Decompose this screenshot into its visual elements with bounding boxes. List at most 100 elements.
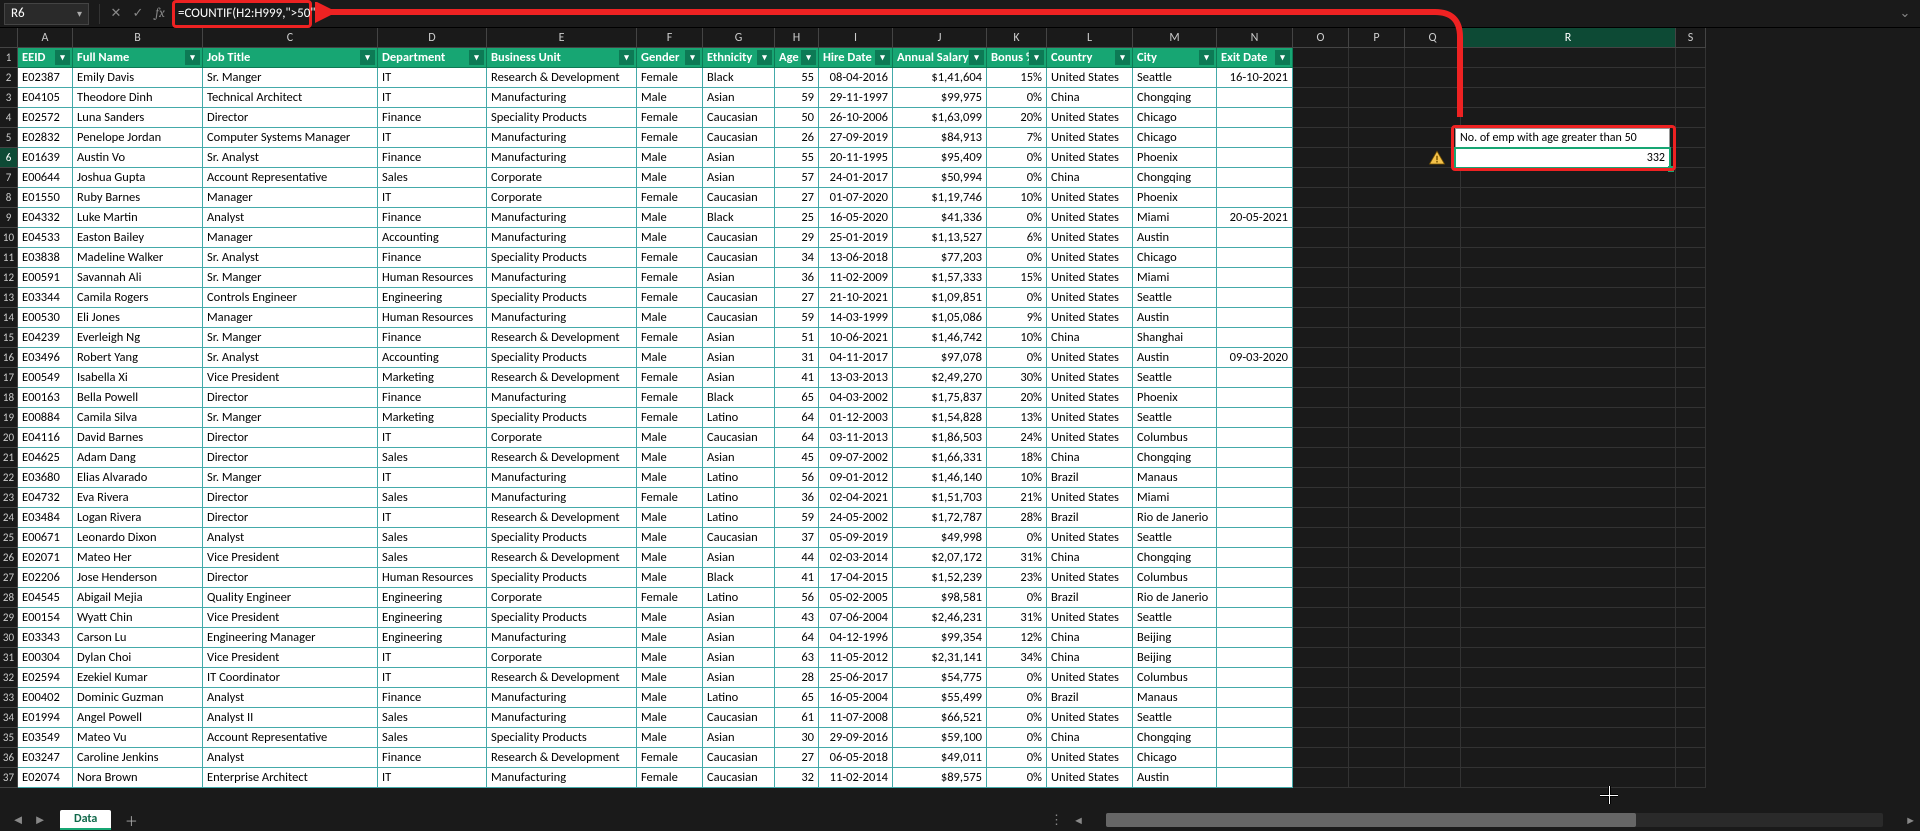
table-cell[interactable]: E03344	[18, 288, 73, 308]
table-cell[interactable]: Asian	[703, 148, 775, 168]
table-cell[interactable]: Abigail Mejia	[73, 588, 203, 608]
table-cell[interactable]: Male	[637, 168, 703, 188]
row-header[interactable]: 10	[0, 228, 18, 248]
table-header-cell[interactable]: Bonus %	[987, 48, 1047, 68]
table-cell[interactable]: E00591	[18, 268, 73, 288]
row-header[interactable]: 14	[0, 308, 18, 328]
table-cell[interactable]: Male	[637, 508, 703, 528]
table-cell[interactable]: Director	[203, 508, 378, 528]
table-cell[interactable]: 03-11-2013	[819, 428, 893, 448]
formula-expand-button[interactable]: ⌄	[1894, 3, 1916, 25]
empty-cell[interactable]	[1293, 468, 1349, 488]
table-cell[interactable]	[1217, 448, 1293, 468]
table-cell[interactable]: Sr. Manger	[203, 468, 378, 488]
table-cell[interactable]: Computer Systems Manager	[203, 128, 378, 148]
table-cell[interactable]: Seattle	[1133, 368, 1217, 388]
table-cell[interactable]	[1217, 568, 1293, 588]
table-cell[interactable]: 0%	[987, 148, 1047, 168]
col-header[interactable]: O	[1293, 28, 1349, 48]
table-cell[interactable]: Manufacturing	[487, 88, 637, 108]
table-cell[interactable]: E00530	[18, 308, 73, 328]
col-header[interactable]: N	[1217, 28, 1293, 48]
empty-cell[interactable]	[1676, 488, 1706, 508]
table-cell[interactable]: Female	[637, 248, 703, 268]
table-cell[interactable]: Speciality Products	[487, 568, 637, 588]
row-header[interactable]: 31	[0, 648, 18, 668]
table-cell[interactable]: Elias Alvarado	[73, 468, 203, 488]
table-cell[interactable]: Manufacturing	[487, 768, 637, 788]
table-cell[interactable]: 29	[775, 228, 819, 248]
empty-cell[interactable]	[1349, 328, 1405, 348]
table-cell[interactable]: Male	[637, 648, 703, 668]
table-cell[interactable]: United States	[1047, 268, 1133, 288]
empty-cell[interactable]	[1293, 588, 1349, 608]
table-cell[interactable]: 45	[775, 448, 819, 468]
table-cell[interactable]: Manufacturing	[487, 708, 637, 728]
table-cell[interactable]: E03496	[18, 348, 73, 368]
error-indicator-icon[interactable]	[1428, 149, 1446, 167]
table-cell[interactable]: Female	[637, 748, 703, 768]
table-cell[interactable]: E00549	[18, 368, 73, 388]
col-header[interactable]: K	[987, 28, 1047, 48]
table-cell[interactable]: China	[1047, 648, 1133, 668]
table-cell[interactable]: Male	[637, 628, 703, 648]
table-cell[interactable]	[1217, 408, 1293, 428]
table-cell[interactable]: Phoenix	[1133, 148, 1217, 168]
table-cell[interactable]: 0%	[987, 528, 1047, 548]
table-cell[interactable]: Phoenix	[1133, 188, 1217, 208]
table-cell[interactable]: David Barnes	[73, 428, 203, 448]
empty-cell[interactable]	[1461, 408, 1676, 428]
empty-cell[interactable]	[1676, 768, 1706, 788]
empty-cell[interactable]	[1293, 88, 1349, 108]
empty-cell[interactable]	[1293, 288, 1349, 308]
empty-cell[interactable]	[1349, 88, 1405, 108]
table-cell[interactable]: Engineering Manager	[203, 628, 378, 648]
table-cell[interactable]: Male	[637, 88, 703, 108]
empty-cell[interactable]	[1676, 188, 1706, 208]
table-cell[interactable]: Sales	[378, 168, 487, 188]
empty-cell[interactable]	[1349, 548, 1405, 568]
horizontal-scrollbar[interactable]: ⋮ ◄ ►	[1050, 809, 1920, 831]
table-cell[interactable]: United States	[1047, 188, 1133, 208]
table-cell[interactable]	[1217, 128, 1293, 148]
table-cell[interactable]: E00154	[18, 608, 73, 628]
table-cell[interactable]: Sr. Analyst	[203, 348, 378, 368]
table-cell[interactable]: E03680	[18, 468, 73, 488]
table-cell[interactable]: 56	[775, 468, 819, 488]
table-cell[interactable]: Asian	[703, 728, 775, 748]
empty-cell[interactable]	[1293, 248, 1349, 268]
table-cell[interactable]	[1217, 228, 1293, 248]
empty-cell[interactable]	[1293, 228, 1349, 248]
accept-formula-button[interactable]: ✓	[128, 4, 148, 24]
table-cell[interactable]: Caucasian	[703, 708, 775, 728]
table-cell[interactable]	[1217, 608, 1293, 628]
table-cell[interactable]: 13-03-2013	[819, 368, 893, 388]
table-cell[interactable]: IT	[378, 88, 487, 108]
table-cell[interactable]: Technical Architect	[203, 88, 378, 108]
empty-cell[interactable]	[1676, 508, 1706, 528]
filter-icon[interactable]	[1029, 50, 1044, 65]
row-header[interactable]: 3	[0, 88, 18, 108]
table-cell[interactable]: Finance	[378, 388, 487, 408]
table-cell[interactable]: Male	[637, 568, 703, 588]
table-cell[interactable]: $55,499	[893, 688, 987, 708]
table-cell[interactable]: Research & Development	[487, 668, 637, 688]
empty-cell[interactable]	[1461, 748, 1676, 768]
empty-cell[interactable]	[1461, 308, 1676, 328]
table-cell[interactable]: E04545	[18, 588, 73, 608]
table-cell[interactable]: 09-03-2020	[1217, 348, 1293, 368]
table-header-cell[interactable]: Country	[1047, 48, 1133, 68]
table-cell[interactable]: 0%	[987, 708, 1047, 728]
table-cell[interactable]	[1217, 688, 1293, 708]
row-header[interactable]: 2	[0, 68, 18, 88]
table-cell[interactable]: 0%	[987, 208, 1047, 228]
table-cell[interactable]: Manufacturing	[487, 228, 637, 248]
table-cell[interactable]: Manager	[203, 188, 378, 208]
table-cell[interactable]: $1,54,828	[893, 408, 987, 428]
table-cell[interactable]: 0%	[987, 688, 1047, 708]
table-cell[interactable]: Male	[637, 608, 703, 628]
table-cell[interactable]: China	[1047, 728, 1133, 748]
empty-cell[interactable]	[1349, 428, 1405, 448]
table-cell[interactable]: 06-05-2018	[819, 748, 893, 768]
table-cell[interactable]: Enterprise Architect	[203, 768, 378, 788]
